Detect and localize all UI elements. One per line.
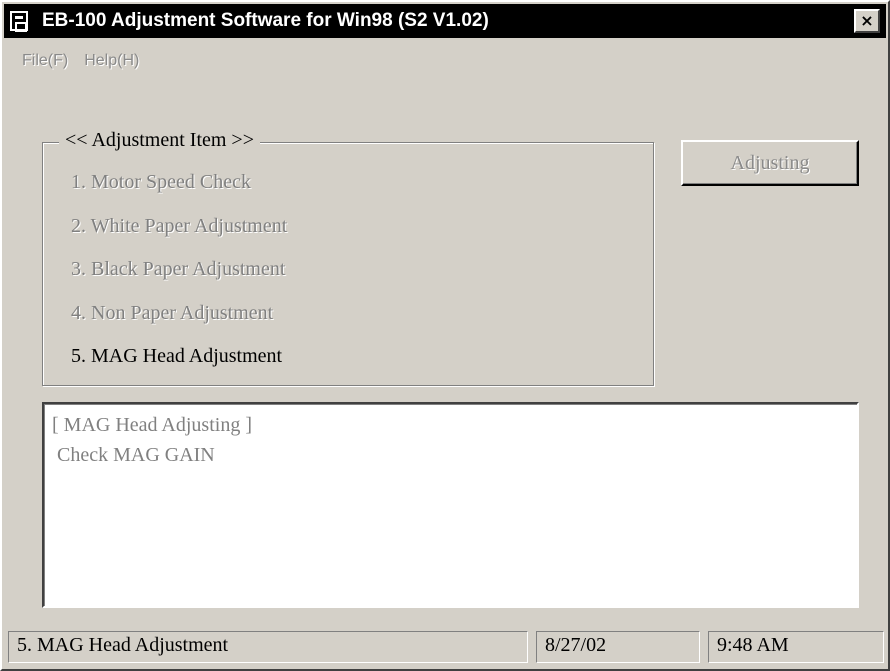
menu-bar: File(F) Help(H) (22, 52, 139, 74)
status-message: 5. MAG Head Adjustment (8, 631, 528, 663)
menu-file[interactable]: File(F) (22, 52, 68, 74)
adjustment-item-black-paper[interactable]: 3. Black Paper Adjustment (71, 258, 287, 302)
adjustment-item-mag-head[interactable]: 5. MAG Head Adjustment (71, 345, 287, 389)
app-window: EB-100 Adjustment Software for Win98 (S2… (0, 0, 890, 671)
adjustment-item-group: << Adjustment Item >> 1. Motor Speed Che… (42, 129, 654, 389)
adjustment-item-non-paper[interactable]: 4. Non Paper Adjustment (71, 302, 287, 346)
output-textbox[interactable]: [ MAG Head Adjusting ] Check MAG GAIN (42, 402, 859, 608)
adjustment-item-motor-speed[interactable]: 1. Motor Speed Check (71, 171, 287, 215)
status-date: 8/27/02 (536, 631, 700, 663)
app-icon[interactable] (10, 11, 28, 32)
close-button[interactable]: × (854, 9, 880, 33)
window-title: EB-100 Adjustment Software for Win98 (S2… (42, 10, 489, 31)
adjusting-button[interactable]: Adjusting (681, 140, 859, 186)
status-bar: 5. MAG Head Adjustment 8/27/02 9:48 AM (8, 631, 884, 665)
output-line: [ MAG Head Adjusting ] (52, 414, 252, 436)
status-time: 9:48 AM (708, 631, 884, 663)
adjustment-list: 1. Motor Speed Check 2. White Paper Adju… (71, 171, 287, 389)
menu-help[interactable]: Help(H) (84, 52, 139, 74)
title-bar[interactable]: EB-100 Adjustment Software for Win98 (S2… (4, 4, 886, 38)
group-title: << Adjustment Item >> (59, 129, 260, 152)
adjustment-item-white-paper[interactable]: 2. White Paper Adjustment (71, 215, 287, 259)
output-line: Check MAG GAIN (52, 444, 215, 466)
